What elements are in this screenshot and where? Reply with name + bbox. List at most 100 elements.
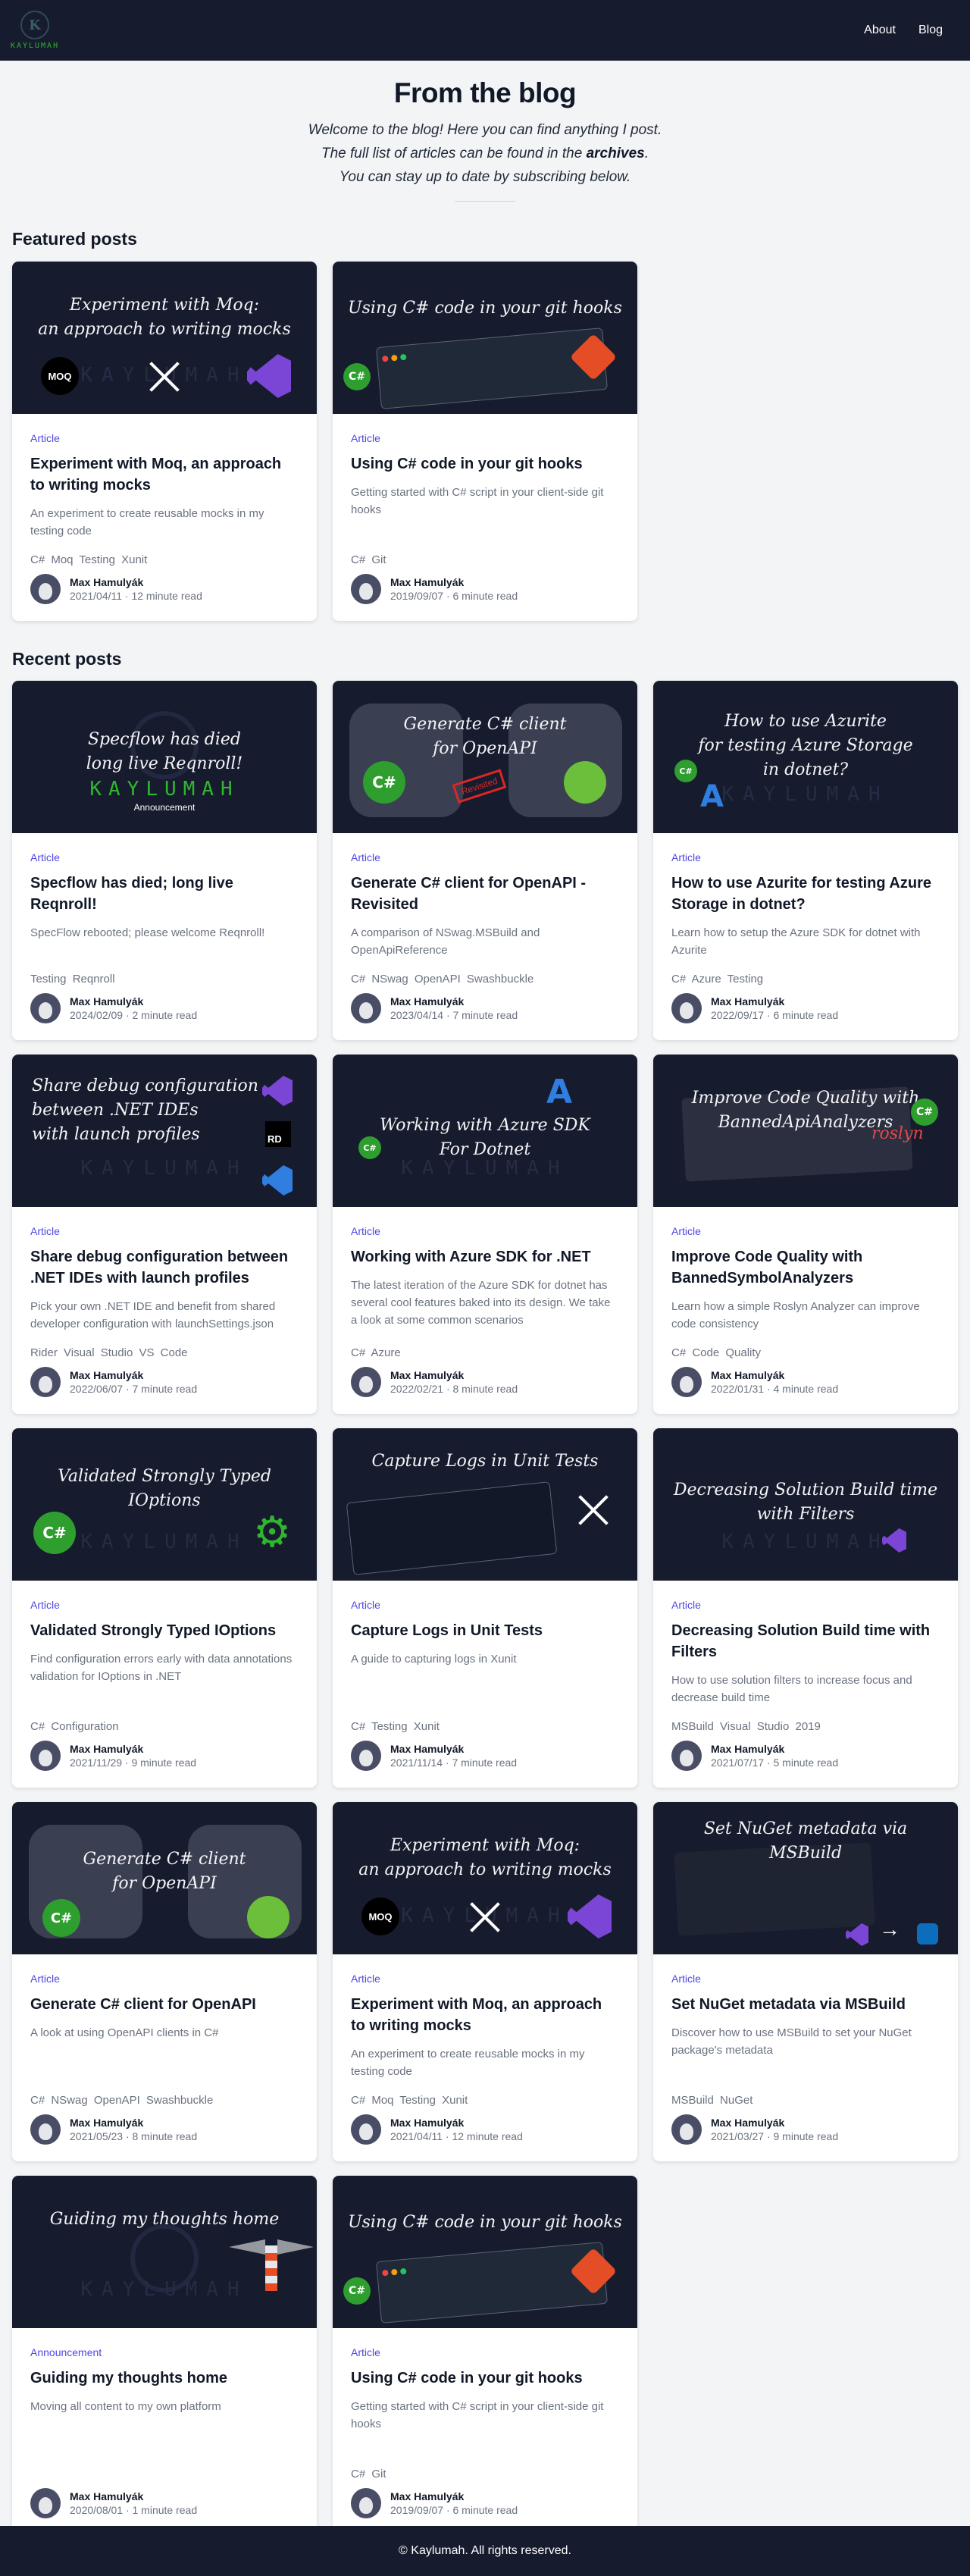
post-thumbnail[interactable]: KAYLUMAH Decreasing Solution Build time w… [653,1428,958,1581]
post-category[interactable]: Article [671,1599,940,1611]
post-thumbnail[interactable]: Generate C# client for OpenAPI C# Revisit… [333,681,637,833]
post-category[interactable]: Article [30,432,299,444]
post-category[interactable]: Article [671,851,940,863]
avatar [30,1741,61,1771]
post-thumbnail[interactable]: Improve Code Quality with BannedApiAnalyz… [653,1055,958,1207]
post-title[interactable]: Capture Logs in Unit Tests [351,1620,619,1641]
post-card[interactable]: KAYLUMAH Using C# code in your git hooks… [333,2176,637,2535]
post-category[interactable]: Article [671,1225,940,1237]
post-category[interactable]: Article [351,1599,619,1611]
post-tags: C# Git [351,2468,386,2480]
post-thumbnail[interactable]: Specflow has died long live Reqnroll! KAY… [12,681,317,833]
avatar [351,2114,381,2145]
post-card[interactable]: Generate C# client for OpenAPI C# Revisit… [333,681,637,1040]
post-title[interactable]: Specflow has died; long live Reqnroll! [30,873,299,915]
post-card[interactable]: KAYLUMAH Validated Strongly Typed IOptio… [12,1428,317,1788]
post-excerpt: A comparison of NSwag.MSBuild and OpenAp… [351,926,540,957]
post-title[interactable]: Guiding my thoughts home [30,2368,299,2389]
post-author: Max Hamulyák 2021/11/14 · 7 minute read [351,1741,619,1771]
kaylumah-brand-text: KAYLUMAH [89,778,239,801]
post-title[interactable]: Using C# code in your git hooks [351,453,619,475]
post-card-body: Article Generate C# client for OpenAPI A l… [12,1954,317,2161]
avatar [30,1367,61,1397]
post-category[interactable]: Article [30,851,299,863]
post-thumbnail[interactable]: KAYLUMAH How to use Azurite for testing A… [653,681,958,833]
post-card[interactable]: KAYLUMAH Using C# code in your git hooks… [333,262,637,621]
post-thumbnail[interactable]: KAYLUMAH Using C# code in your git hooks… [333,2176,637,2328]
nav-blog-link[interactable]: Blog [918,24,943,37]
post-thumbnail[interactable]: KAYLUMAH Using C# code in your git hooks… [333,262,637,414]
post-thumbnail[interactable]: KAYLUMAH Validated Strongly Typed IOptio… [12,1428,317,1581]
nav-about-link[interactable]: About [864,24,896,37]
post-title[interactable]: Experiment with Moq, an approach to writ… [30,453,299,496]
post-category[interactable]: Article [351,851,619,863]
post-excerpt: Learn how to setup the Azure SDK for dot… [671,926,921,957]
post-thumbnail[interactable]: KAYLUMAH Working with Azure SDK For Dotne… [333,1055,637,1207]
post-title[interactable]: Set NuGet metadata via MSBuild [671,1994,940,2015]
post-title[interactable]: Experiment with Moq, an approach to writ… [351,1994,619,2036]
log-terminal-window [346,1481,558,1575]
post-card[interactable]: Generate C# client for OpenAPI C# Article… [12,1802,317,2161]
author-meta: Max Hamulyák 2022/01/31 · 4 minute read [711,1369,838,1395]
archives-link[interactable]: archives [587,146,645,161]
post-title[interactable]: How to use Azurite for testing Azure Sto… [671,873,940,915]
post-author: Max Hamulyák 2020/08/01 · 1 minute read [30,2488,299,2518]
csharp-logo-icon: C# [343,363,371,390]
post-thumbnail[interactable]: KAYLUMAH Experiment with Moq: an approach… [333,1802,637,1954]
csharp-logo-icon: C# [358,1136,381,1159]
post-category[interactable]: Article [351,432,619,444]
xunit-x-icon [145,357,184,396]
post-card[interactable]: KAYLUMAH How to use Azurite for testing A… [653,681,958,1040]
post-card[interactable]: Specflow has died long live Reqnroll! KAY… [12,681,317,1040]
post-card-body: Article Validated Strongly Typed IOptions… [12,1581,317,1788]
post-thumbnail[interactable]: Set NuGet metadata via MSBuild → [653,1802,958,1954]
author-name: Max Hamulyák [70,995,144,1008]
site-footer: © Kaylumah. All rights reserved. [0,2526,970,2576]
post-title[interactable]: Generate C# client for OpenAPI [30,1994,299,2015]
post-category[interactable]: Article [30,1973,299,1985]
post-category[interactable]: Article [351,2346,619,2358]
post-category[interactable]: Article [351,1225,619,1237]
post-card[interactable]: KAYLUMAH Decreasing Solution Build time w… [653,1428,958,1788]
post-thumbnail[interactable]: KAYLUMAH Share debug configuration betwee… [12,1055,317,1207]
post-card[interactable]: KAYLUMAH Experiment with Moq: an approach… [333,1802,637,2161]
post-title[interactable]: Decreasing Solution Build time with Filt… [671,1620,940,1662]
post-card[interactable]: KAYLUMAH Guiding my thoughts home Announ… [12,2176,317,2535]
post-thumbnail[interactable]: KAYLUMAH Guiding my thoughts home [12,2176,317,2328]
post-thumbnail[interactable]: KAYLUMAH Experiment with Moq: an approach… [12,262,317,414]
post-thumbnail[interactable]: Capture Logs in Unit Tests [333,1428,637,1581]
post-card[interactable]: Improve Code Quality with BannedApiAnalyz… [653,1055,958,1414]
post-title[interactable]: Generate C# client for OpenAPI - Revisit… [351,873,619,915]
post-title[interactable]: Share debug configuration between .NET I… [30,1246,299,1289]
avatar [351,2488,381,2518]
post-category[interactable]: Article [30,1225,299,1237]
post-category[interactable]: Announcement [30,2346,299,2358]
post-card[interactable]: Set NuGet metadata via MSBuild → Article… [653,1802,958,2161]
post-thumbnail[interactable]: Generate C# client for OpenAPI C# [12,1802,317,1954]
xunit-x-icon [574,1490,613,1530]
post-tags: C# Git [351,553,386,566]
post-title[interactable]: Using C# code in your git hooks [351,2368,619,2389]
post-card-body: Article Generate C# client for OpenAPI - … [333,833,637,1040]
post-card-body: Article Using C# code in your git hooks … [333,414,637,621]
author-name: Max Hamulyák [70,1369,144,1381]
post-card[interactable]: Capture Logs in Unit Tests Article Captur… [333,1428,637,1788]
csharp-logo-icon: C# [911,1098,938,1126]
post-card[interactable]: KAYLUMAH Experiment with Moq: an approach… [12,262,317,621]
author-meta: Max Hamulyák 2024/02/09 · 2 minute read [70,995,197,1021]
site-logo[interactable]: K KAYLUMAH [11,11,58,50]
post-card[interactable]: KAYLUMAH Working with Azure SDK For Dotne… [333,1055,637,1414]
post-card-body: Article How to use Azurite for testing Az… [653,833,958,1040]
post-category[interactable]: Article [351,1973,619,1985]
post-category[interactable]: Article [671,1973,940,1985]
post-title[interactable]: Validated Strongly Typed IOptions [30,1620,299,1641]
rider-logo-icon: RD [265,1121,291,1147]
post-author: Max Hamulyák 2024/02/09 · 2 minute read [30,993,299,1023]
post-title[interactable]: Working with Azure SDK for .NET [351,1246,619,1268]
post-card-body: Article Set NuGet metadata via MSBuild Dis… [653,1954,958,2161]
post-title[interactable]: Improve Code Quality with BannedSymbolAn… [671,1246,940,1289]
post-category[interactable]: Article [30,1599,299,1611]
post-card[interactable]: KAYLUMAH Share debug configuration betwee… [12,1055,317,1414]
author-name: Max Hamulyák [390,2490,465,2502]
post-excerpt: Pick your own .NET IDE and benefit from … [30,1300,276,1330]
